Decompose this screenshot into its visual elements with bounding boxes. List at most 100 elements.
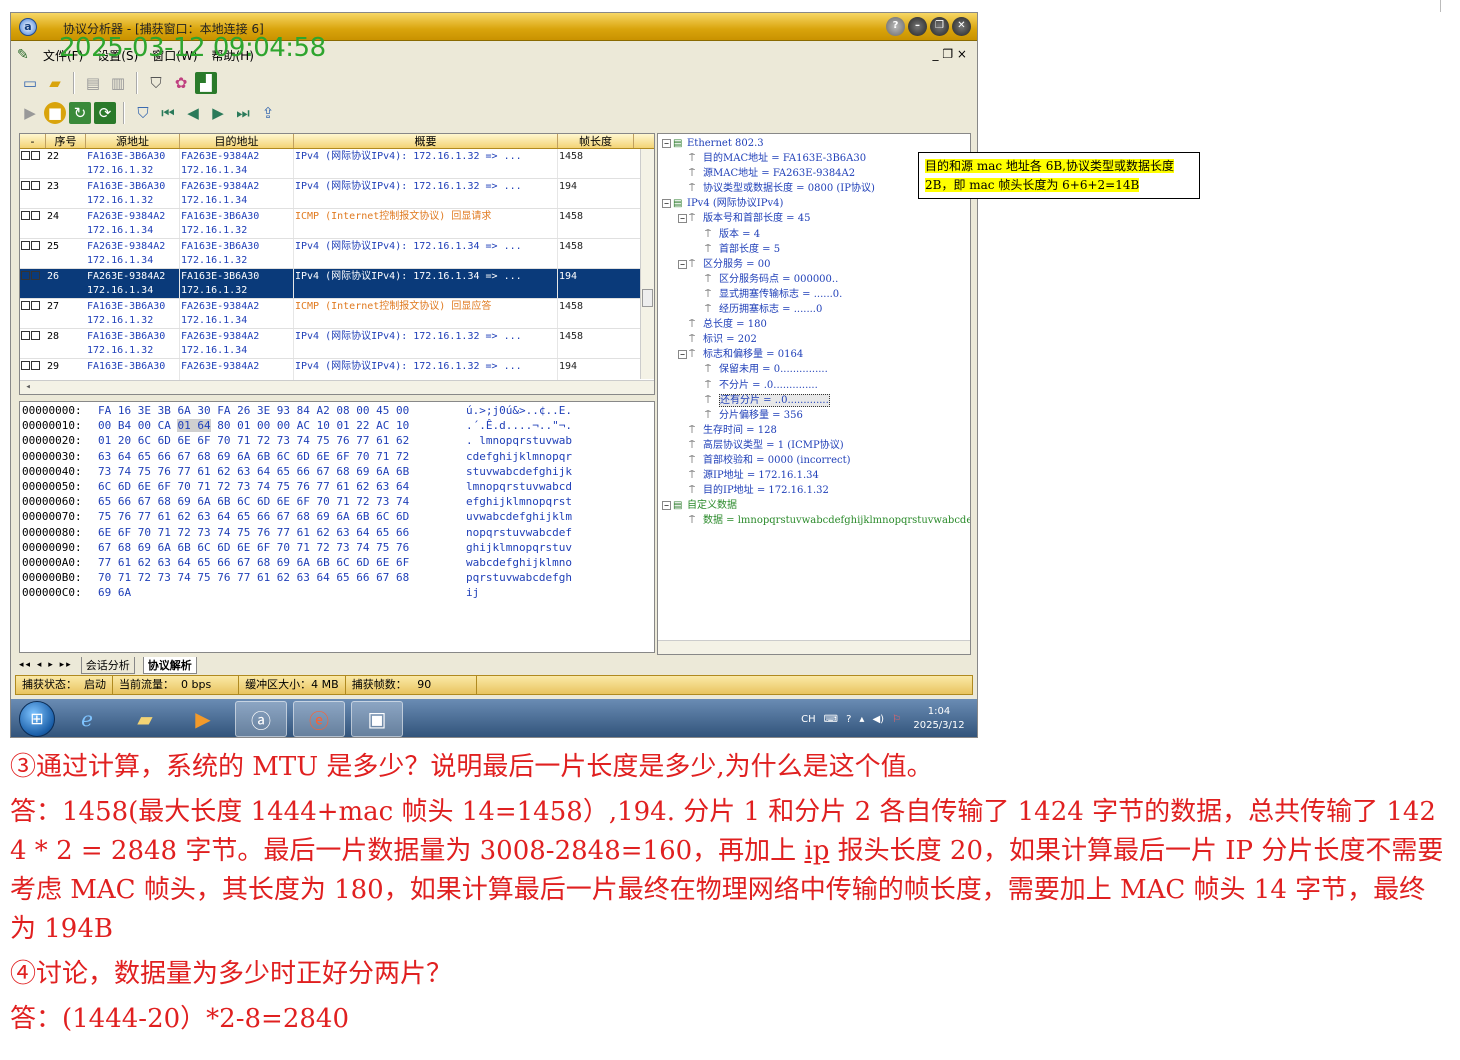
row-checkbox[interactable]: [21, 301, 30, 310]
expand-toggle-icon[interactable]: −: [662, 139, 671, 148]
last-packet-icon[interactable]: ⏭: [232, 102, 254, 124]
row-toggle[interactable]: [20, 149, 46, 178]
hex-dump-pane[interactable]: 00000000: FA 16 3E 3B 6A 30 FA 26 3E 93 8…: [19, 401, 655, 653]
col-header-toggle[interactable]: -: [20, 134, 46, 148]
packet-row[interactable]: 26 FA263E-9384A2 172.16.1.34 FA163E-3B6A30 1…: [20, 269, 654, 299]
packet-row[interactable]: 28 FA163E-3B6A30 172.16.1.32 FA263E-9384A2 1…: [20, 329, 654, 359]
row-checkbox[interactable]: [21, 331, 30, 340]
show-hidden-icon[interactable]: ▴: [859, 714, 864, 725]
save-icon[interactable]: ▤: [82, 72, 104, 94]
refresh-icon[interactable]: ↻: [69, 102, 91, 124]
hex-bytes[interactable]: 63 64 65 66 67 68 69 6A 6B 6C 6D 6E 6F 7…: [98, 450, 466, 463]
tree-node[interactable]: ⍑ 区分服务码点 = 000000..: [662, 272, 970, 287]
col-header-summary[interactable]: 概要: [294, 134, 558, 148]
tree-node[interactable]: ⍑ 分片偏移量 = 356: [662, 408, 970, 423]
tab-nav-arrows[interactable]: ◂◂ ◂ ▸ ▸▸: [19, 660, 73, 670]
browser-task-icon[interactable]: ⓔ: [293, 701, 345, 737]
tree-node[interactable]: ⍑ 生存时间 = 128: [662, 423, 970, 438]
col-header-length[interactable]: 帧长度: [558, 134, 634, 148]
packet-row[interactable]: 24 FA263E-9384A2 172.16.1.34 FA163E-3B6A30 1…: [20, 209, 654, 239]
packet-row[interactable]: 25 FA263E-9384A2 172.16.1.34 FA163E-3B6A30 1…: [20, 239, 654, 269]
tree-node[interactable]: ⍑ 显式拥塞传输标志 = ......0.: [662, 287, 970, 302]
hex-bytes[interactable]: 75 76 77 61 62 63 64 65 66 67 68 69 6A 6…: [98, 510, 466, 523]
col-header-src[interactable]: 源地址: [86, 134, 180, 148]
save-all-icon[interactable]: ▥: [107, 72, 129, 94]
hex-bytes[interactable]: 77 61 62 63 64 65 66 67 68 69 6A 6B 6C 6…: [98, 556, 466, 569]
hex-ascii[interactable]: wabcdefghijklmno: [466, 556, 572, 569]
hex-bytes[interactable]: 67 68 69 6A 6B 6C 6D 6E 6F 70 71 72 73 7…: [98, 541, 466, 554]
row-toggle[interactable]: [20, 299, 46, 328]
palette-icon[interactable]: ✿: [170, 72, 192, 94]
first-packet-icon[interactable]: ⏮: [157, 102, 179, 124]
tree-hscroll[interactable]: [658, 640, 970, 654]
hex-bytes[interactable]: 6C 6D 6E 6F 70 71 72 73 74 75 76 77 61 6…: [98, 480, 466, 493]
start-button[interactable]: ⊞: [19, 701, 55, 737]
packet-list-vscroll[interactable]: [640, 149, 654, 379]
row-checkbox[interactable]: [21, 151, 30, 160]
keyboard-icon[interactable]: ⌨: [824, 714, 838, 725]
row-expand-icon[interactable]: [31, 181, 40, 190]
tree-node[interactable]: ⍑ 标识 = 202: [662, 332, 970, 347]
expand-toggle-icon[interactable]: −: [662, 501, 671, 511]
col-header-no[interactable]: 序号: [46, 134, 86, 148]
expand-toggle-icon[interactable]: −: [662, 199, 671, 209]
title-bar[interactable]: a 协议分析器 - [捕获窗口：本地连接 6] 2025-03-12 09:04…: [11, 13, 977, 63]
expand-toggle-icon[interactable]: −: [678, 259, 687, 269]
minimize-button[interactable]: –: [908, 17, 927, 36]
hex-ascii[interactable]: uvwabcdefghijklm: [466, 510, 572, 523]
ie-icon[interactable]: ℯ: [61, 701, 113, 737]
expand-toggle-icon[interactable]: −: [678, 214, 687, 224]
row-expand-icon[interactable]: [31, 301, 40, 310]
row-expand-icon[interactable]: [31, 361, 40, 370]
packet-list[interactable]: - 序号 源地址 目的地址 概要 帧长度 22 FA163E-3B6A30 172.…: [19, 133, 655, 395]
chart-icon[interactable]: ▟: [195, 72, 217, 94]
packet-row[interactable]: 23 FA163E-3B6A30 172.16.1.32 FA263E-9384A2 1…: [20, 179, 654, 209]
open-folder-icon[interactable]: ▰: [44, 72, 66, 94]
tab-session-analysis[interactable]: 会话分析: [80, 656, 135, 674]
expand-toggle-icon[interactable]: −: [678, 350, 687, 360]
stop-capture-icon[interactable]: ■: [44, 102, 66, 124]
tree-node[interactable]: − ⍑ 标志和偏移量 = 0164: [662, 347, 970, 362]
hex-ascii[interactable]: nopqrstuvwabcdef: [466, 526, 572, 539]
cmd-task-icon[interactable]: ▣: [351, 701, 403, 737]
tree-node[interactable]: ⍑ 源IP地址 = 172.16.1.34: [662, 468, 970, 483]
row-toggle[interactable]: [20, 239, 46, 268]
row-toggle[interactable]: [20, 329, 46, 358]
row-toggle[interactable]: [20, 179, 46, 208]
clock[interactable]: 1:04 2025/3/12: [909, 705, 969, 733]
hex-ascii[interactable]: pqrstuvwabcdefgh: [466, 571, 572, 584]
tree-node[interactable]: ⍑ 不分片 = .0..............: [662, 378, 970, 393]
tree-node[interactable]: ⍑ 版本 = 4: [662, 227, 970, 242]
explorer-folder-icon[interactable]: ▰: [119, 701, 171, 737]
row-checkbox[interactable]: [21, 361, 30, 370]
tab-protocol-parse[interactable]: 协议解析: [142, 656, 197, 674]
packet-list-hscroll[interactable]: ◂ ▸: [20, 380, 654, 394]
tree-node[interactable]: ⍑ 经历拥塞标志 = .......0: [662, 302, 970, 317]
tree-node[interactable]: ⍑ 首部校验和 = 0000 (incorrect): [662, 453, 970, 468]
filter-settings-icon[interactable]: ⛉: [132, 102, 154, 124]
hex-ascii[interactable]: .´.Ê.d....¬.."¬.: [466, 419, 572, 432]
filter-icon[interactable]: ⛉: [145, 72, 167, 94]
tree-node[interactable]: ⍑ 数据 = lmnopqrstuvwabcdefghijklmnopqrstuv…: [662, 513, 970, 528]
row-toggle[interactable]: [20, 269, 46, 298]
tree-node[interactable]: ⍑ 总长度 = 180: [662, 317, 970, 332]
tree-node[interactable]: − ▤ 自定义数据: [662, 498, 970, 513]
row-expand-icon[interactable]: [31, 271, 40, 280]
new-file-icon[interactable]: ▭: [19, 72, 41, 94]
hex-ascii[interactable]: . lmnopqrstuvwab: [466, 434, 572, 447]
row-checkbox[interactable]: [21, 211, 30, 220]
hex-bytes[interactable]: 70 71 72 73 74 75 76 77 61 62 63 64 65 6…: [98, 571, 466, 584]
hex-ascii[interactable]: ij: [466, 586, 479, 599]
row-expand-icon[interactable]: [31, 241, 40, 250]
row-expand-icon[interactable]: [31, 151, 40, 160]
hex-selection[interactable]: 01 64: [177, 419, 211, 433]
row-checkbox[interactable]: [21, 271, 30, 280]
tree-node[interactable]: ⍑ 还有分片 = ..0.............: [662, 393, 970, 408]
tree-node[interactable]: − ▤ Ethernet 802.3: [662, 136, 970, 151]
reload-icon[interactable]: ⟳: [94, 102, 116, 124]
close-button[interactable]: ✕: [952, 17, 971, 36]
hex-bytes[interactable]: 01 20 6C 6D 6E 6F 70 71 72 73 74 75 76 7…: [98, 434, 466, 447]
hex-bytes[interactable]: 73 74 75 76 77 61 62 63 64 65 66 67 68 6…: [98, 465, 466, 478]
row-checkbox[interactable]: [21, 241, 30, 250]
volume-icon[interactable]: ◀): [872, 714, 884, 725]
